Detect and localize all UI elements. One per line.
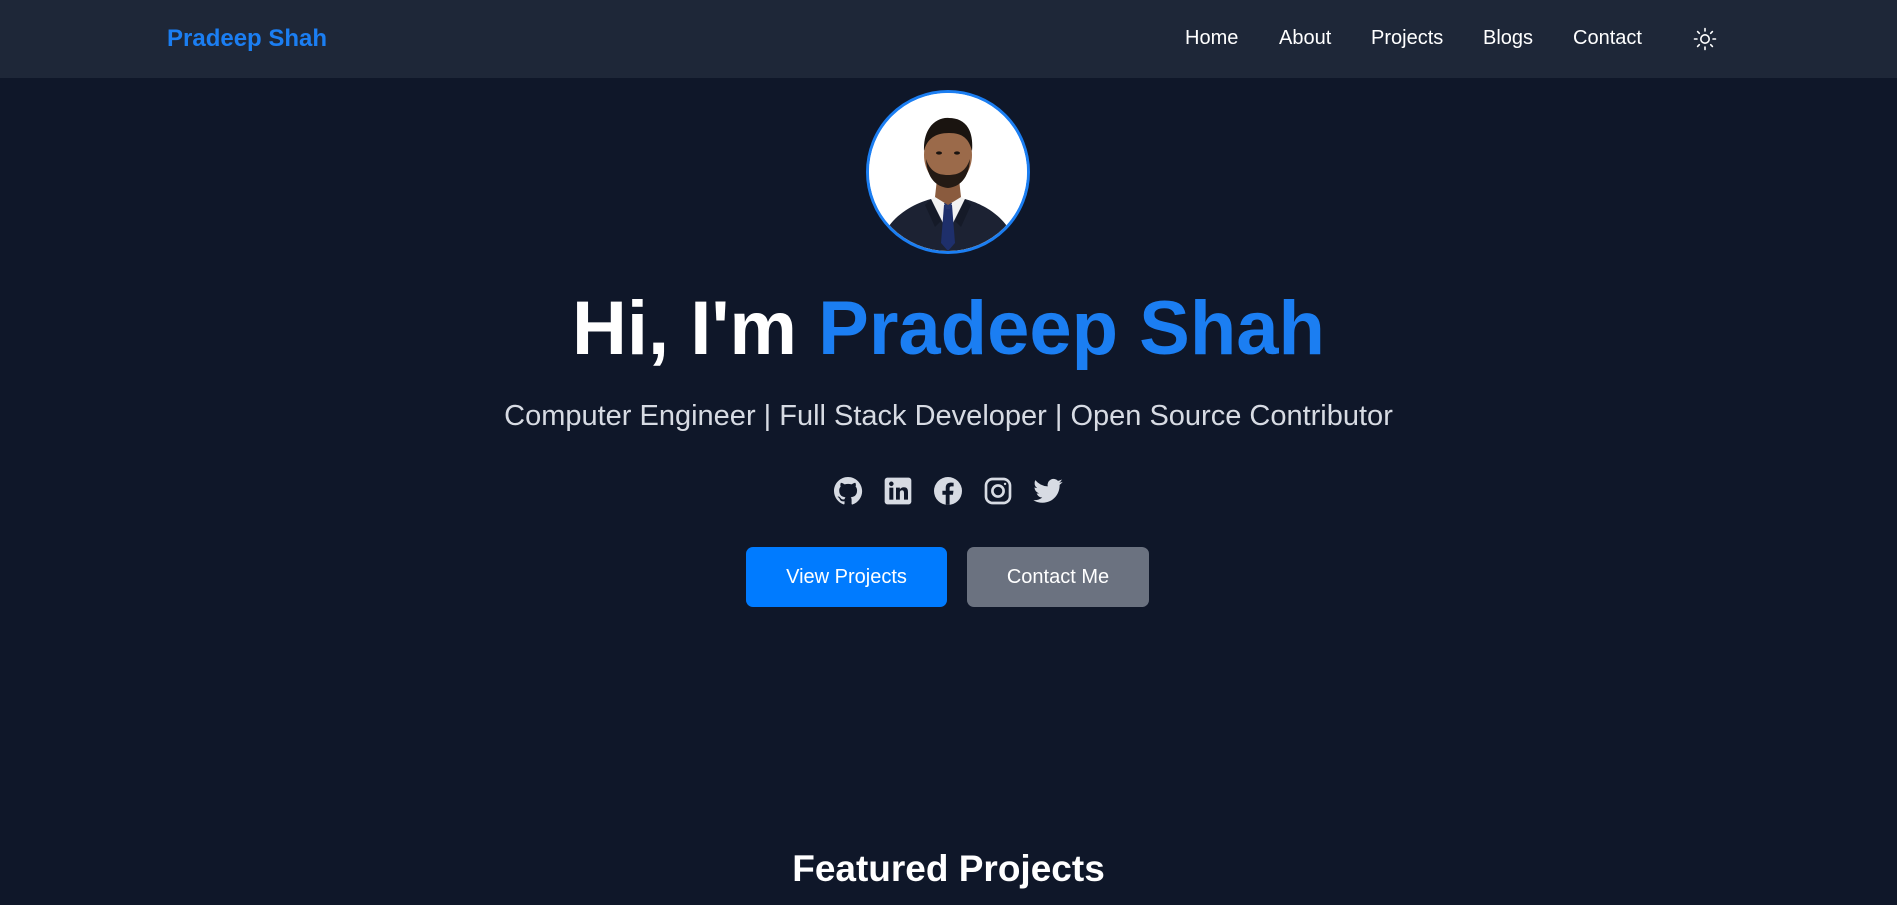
nav-link-home[interactable]: Home [1185, 26, 1238, 50]
contact-me-button[interactable]: Contact Me [967, 547, 1149, 607]
facebook-icon [934, 477, 962, 505]
twitter-link[interactable] [1032, 475, 1064, 507]
instagram-link[interactable] [982, 475, 1014, 507]
github-icon [834, 477, 863, 505]
profile-photo [869, 93, 1027, 251]
linkedin-link[interactable] [882, 475, 914, 507]
hero-greeting: Hi, I'm [572, 286, 819, 371]
theme-toggle-button[interactable] [1692, 26, 1718, 52]
instagram-icon [984, 477, 1012, 505]
hero-name: Pradeep Shah [818, 286, 1325, 371]
linkedin-icon [884, 477, 912, 505]
twitter-icon [1033, 478, 1063, 503]
brand-logo[interactable]: Pradeep Shah [167, 24, 327, 54]
navbar: Pradeep Shah Home About Projects Blogs C… [0, 0, 1897, 78]
featured-projects-title: Featured Projects [792, 848, 1105, 889]
view-projects-button[interactable]: View Projects [746, 547, 947, 607]
nav-link-contact[interactable]: Contact [1573, 26, 1642, 50]
hero-title: Hi, I'm Pradeep Shah [0, 286, 1897, 372]
sun-icon [1693, 27, 1717, 51]
hero-subtitle: Computer Engineer | Full Stack Developer… [504, 400, 1393, 432]
social-links [0, 475, 1897, 509]
nav-link-blogs[interactable]: Blogs [1483, 26, 1533, 50]
avatar [866, 90, 1030, 254]
nav-link-about[interactable]: About [1279, 26, 1331, 50]
facebook-link[interactable] [932, 475, 964, 507]
nav-link-projects[interactable]: Projects [1371, 26, 1443, 50]
github-link[interactable] [832, 475, 864, 507]
